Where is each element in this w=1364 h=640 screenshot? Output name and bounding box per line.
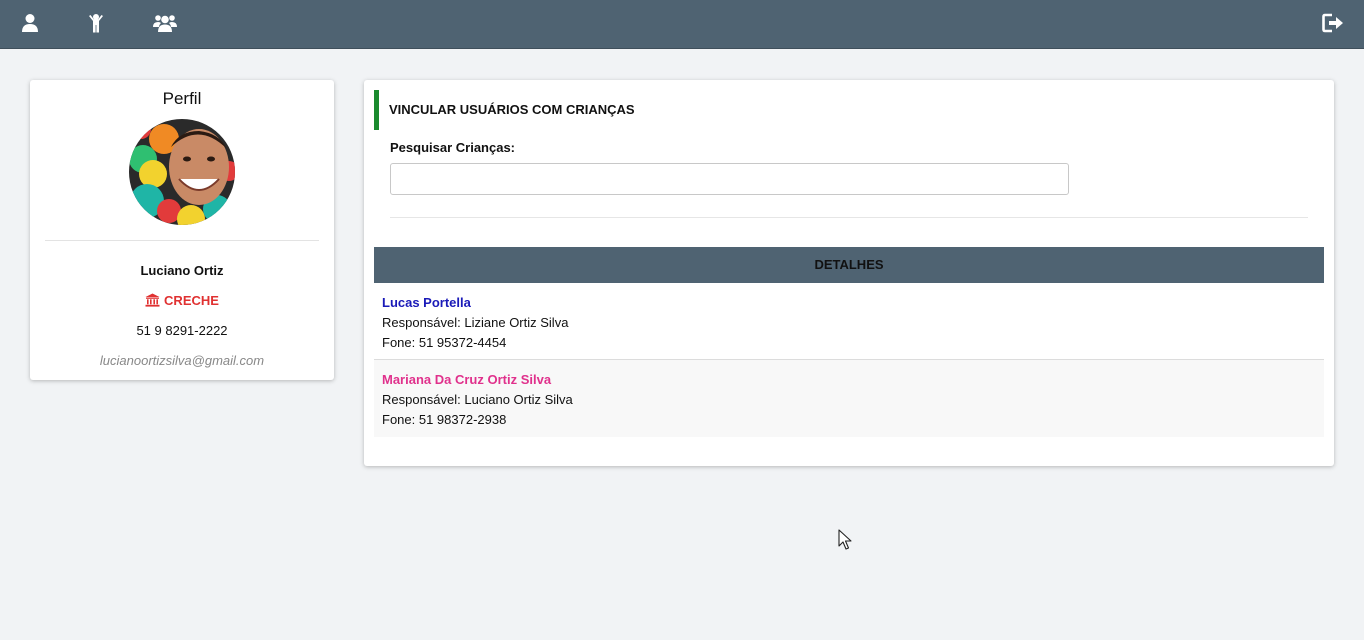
profile-role-label: CRECHE (164, 293, 219, 308)
child-name[interactable]: Lucas Portella (382, 293, 1316, 313)
section-title: VINCULAR USUÁRIOS COM CRIANÇAS (374, 90, 635, 130)
search-label: Pesquisar Crianças: (390, 140, 516, 155)
profile-role: CRECHE (30, 293, 334, 308)
link-users-card: VINCULAR USUÁRIOS COM CRIANÇAS Pesquisar… (364, 80, 1334, 466)
child-phone: Fone: 51 98372-2938 (382, 412, 507, 427)
users-icon[interactable] (153, 12, 177, 34)
profile-phone: 51 9 8291-2222 (136, 323, 228, 338)
child-icon[interactable] (85, 12, 107, 34)
child-guardian: Responsável: Liziane Ortiz Silva (382, 315, 569, 330)
profile-card: Perfil Luciano Ortiz CRECHE 51 9 8291-22… (30, 80, 334, 380)
profile-divider (45, 240, 319, 241)
mouse-cursor-icon (838, 529, 852, 551)
sign-out-icon[interactable] (1322, 12, 1344, 34)
profile-name: Luciano Ortiz (140, 263, 224, 278)
avatar (129, 119, 235, 225)
search-divider (390, 217, 1308, 218)
child-row[interactable]: Mariana Da Cruz Ortiz Silva Responsável:… (374, 360, 1324, 437)
institution-icon (145, 293, 160, 307)
search-children-input[interactable] (390, 163, 1069, 195)
profile-email: lucianoortizsilva@gmail.com (99, 353, 265, 368)
child-phone: Fone: 51 95372-4454 (382, 335, 507, 350)
child-row[interactable]: Lucas Portella Responsável: Liziane Orti… (374, 283, 1324, 360)
child-name[interactable]: Mariana Da Cruz Ortiz Silva (382, 370, 1316, 390)
child-guardian: Responsável: Luciano Ortiz Silva (382, 392, 573, 407)
profile-title: Perfil (162, 89, 202, 108)
top-navbar (0, 0, 1364, 49)
details-table-header: DETALHES (374, 247, 1324, 283)
user-icon[interactable] (19, 12, 41, 34)
